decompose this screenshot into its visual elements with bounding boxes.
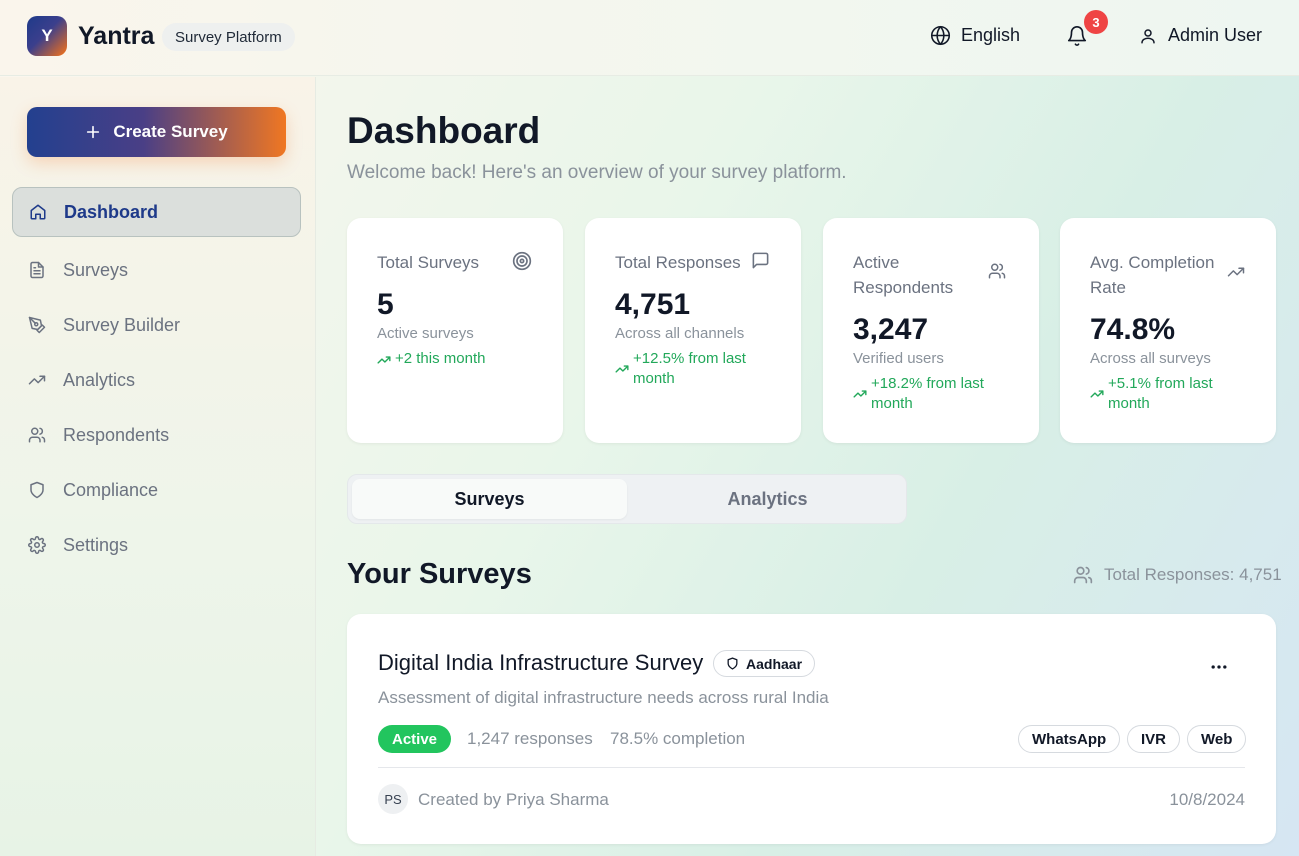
sidebar-item-dashboard[interactable]: Dashboard xyxy=(12,187,301,237)
created-by: Created by Priya Sharma xyxy=(418,790,609,809)
create-survey-button[interactable]: Create Survey xyxy=(27,107,286,157)
stat-label: Total Responses xyxy=(615,253,741,272)
target-icon xyxy=(512,251,532,271)
sidebar-item-label: Dashboard xyxy=(64,201,159,222)
survey-date: 10/8/2024 xyxy=(1169,790,1245,809)
stat-desc: Verified users xyxy=(853,350,944,367)
survey-completion: 78.5% completion xyxy=(610,729,746,748)
sidebar-item-respondents[interactable]: Respondents xyxy=(12,410,301,460)
view-tabs: Surveys Analytics xyxy=(347,474,907,524)
sidebar-item-settings[interactable]: Settings xyxy=(12,520,301,570)
stat-card-total-surveys: Total Surveys 5 Active surveys +2 this m… xyxy=(347,218,563,443)
stat-trend: +5.1% from last month xyxy=(1090,374,1240,414)
page-title: Dashboard xyxy=(347,110,541,151)
stat-label: Total Surveys xyxy=(377,253,480,272)
survey-card[interactable]: Digital India Infrastructure Survey Aadh… xyxy=(347,614,1276,844)
survey-title[interactable]: Digital India Infrastructure Survey xyxy=(378,650,703,676)
language-label: English xyxy=(961,25,1021,45)
trending-up-icon xyxy=(377,356,391,364)
more-options-icon[interactable] xyxy=(1209,657,1229,677)
channel-chip-ivr: IVR xyxy=(1127,725,1181,753)
tab-surveys[interactable]: Surveys xyxy=(352,479,627,519)
stat-value: 74.8% xyxy=(1090,313,1176,346)
trending-up-icon xyxy=(1227,267,1245,277)
user-icon xyxy=(1141,28,1155,43)
stat-desc: Across all channels xyxy=(615,325,745,342)
verification-label: Aadhaar xyxy=(746,655,803,672)
stat-card-active-respondents: Active Respondents 3,247 Verified users … xyxy=(823,218,1039,443)
brand-name: Yantra xyxy=(78,22,155,50)
platform-chip: Survey Platform xyxy=(162,23,295,51)
sidebar-item-label: Survey Builder xyxy=(63,314,181,335)
home-icon xyxy=(30,204,46,220)
trending-up-icon xyxy=(28,375,46,385)
sidebar-item-label: Respondents xyxy=(63,424,170,445)
verification-badge: Aadhaar xyxy=(713,650,816,677)
top-header: Y Yantra Survey Platform English 3 Admin… xyxy=(0,0,1299,76)
create-survey-label: Create Survey xyxy=(113,122,228,141)
stat-card-total-responses: Total Responses 4,751 Across all channel… xyxy=(585,218,801,443)
users-icon xyxy=(28,427,46,443)
trending-up-icon xyxy=(615,365,629,373)
stat-trend-text: +5.1% from last month xyxy=(1108,375,1213,412)
stat-value: 4,751 xyxy=(615,288,691,321)
sidebar-item-label: Settings xyxy=(63,534,129,555)
stat-trend-text: +12.5% from last month xyxy=(633,350,746,387)
sidebar-item-compliance[interactable]: Compliance xyxy=(12,465,301,515)
stat-trend: +2 this month xyxy=(377,349,537,369)
message-square-icon xyxy=(752,252,769,269)
notifications-button[interactable] xyxy=(1066,25,1088,47)
bell-icon xyxy=(1067,26,1087,46)
notification-badge: 3 xyxy=(1084,10,1108,34)
channel-chip-web: Web xyxy=(1187,725,1247,753)
shield-icon xyxy=(30,481,44,499)
sidebar-item-label: Surveys xyxy=(63,259,129,280)
stat-trend-text: +2 this month xyxy=(395,350,486,367)
shield-icon xyxy=(727,657,738,670)
language-selector[interactable]: English xyxy=(930,25,1020,46)
stat-desc: Active surveys xyxy=(377,325,474,342)
stat-desc: Across all surveys xyxy=(1090,350,1211,367)
stat-trend: +12.5% from last month xyxy=(615,349,765,389)
trending-up-icon xyxy=(853,390,867,398)
sidebar: Create Survey Dashboard Surveys Survey B… xyxy=(0,77,316,856)
sidebar-item-label: Analytics xyxy=(63,369,136,390)
plus-icon xyxy=(87,125,100,139)
stat-trend-text: +18.2% from last month xyxy=(871,375,984,412)
survey-responses: 1,247 responses xyxy=(467,729,593,748)
stat-value: 3,247 xyxy=(853,313,929,346)
channel-chip-whatsapp: WhatsApp xyxy=(1018,725,1121,753)
trending-up-icon xyxy=(1090,390,1104,398)
sidebar-item-surveys[interactable]: Surveys xyxy=(12,245,301,295)
pen-tool-icon xyxy=(28,316,46,334)
sidebar-item-survey-builder[interactable]: Survey Builder xyxy=(12,300,301,350)
total-responses-text: Total Responses: 4,751 xyxy=(1104,565,1282,584)
users-icon xyxy=(988,263,1006,279)
user-menu[interactable]: Admin User xyxy=(1139,25,1262,46)
stat-value: 5 xyxy=(377,288,394,321)
stat-card-completion-rate: Avg. Completion Rate 74.8% Across all su… xyxy=(1060,218,1276,443)
app-logo[interactable]: Y xyxy=(27,16,67,56)
globe-icon xyxy=(930,25,951,46)
tab-analytics[interactable]: Analytics xyxy=(630,479,905,519)
section-title: Your Surveys xyxy=(347,558,532,590)
gear-icon xyxy=(28,536,46,554)
user-name: Admin User xyxy=(1168,25,1263,45)
total-responses: Total Responses: 4,751 xyxy=(1073,565,1282,585)
users-icon xyxy=(1073,566,1093,584)
survey-description: Assessment of digital infrastructure nee… xyxy=(378,688,829,707)
status-badge: Active xyxy=(378,725,452,753)
stat-label: Active Respondents xyxy=(853,253,954,297)
stat-label: Avg. Completion Rate xyxy=(1090,253,1215,297)
file-text-icon xyxy=(30,261,44,279)
stat-trend: +18.2% from last month xyxy=(853,374,1003,414)
avatar: PS xyxy=(378,784,408,814)
divider xyxy=(378,767,1245,768)
page-subtitle: Welcome back! Here's an overview of your… xyxy=(347,162,847,183)
sidebar-item-analytics[interactable]: Analytics xyxy=(12,355,301,405)
sidebar-item-label: Compliance xyxy=(63,479,159,500)
